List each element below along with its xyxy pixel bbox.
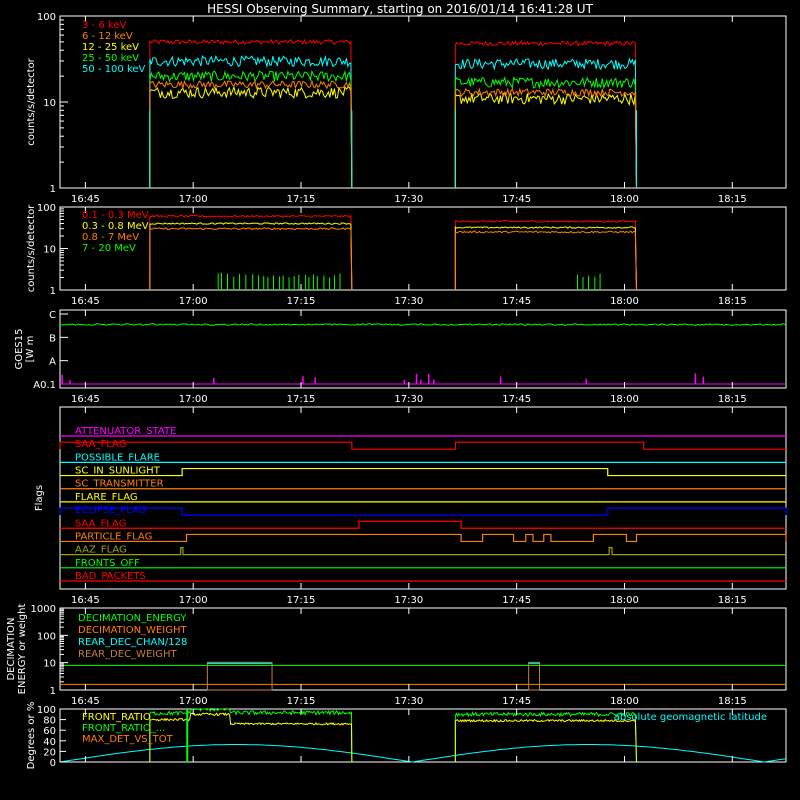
ratios-ytick-label: 40 xyxy=(43,737,56,748)
high-energy-legend-1: 0.3 - 0.8 MeV xyxy=(82,221,149,232)
goes-ytick-label: C xyxy=(49,310,56,321)
flag-label-9: AAZ_FLAG xyxy=(75,545,127,556)
goes-xtick-label: 17:00 xyxy=(179,394,208,405)
decimation-xtick-label: 17:00 xyxy=(179,696,208,707)
goes-ytick-label: A0.1 xyxy=(33,380,56,391)
goes-ytick-label: A xyxy=(49,357,56,368)
flags-xtick-label: 17:15 xyxy=(287,595,316,606)
flags-xtick-label: 16:45 xyxy=(71,595,100,606)
low-energy-legend-0: 3 - 6 keV xyxy=(82,20,126,31)
flag-label-3: SC_IN_SUNLIGHT xyxy=(75,466,161,477)
ratios-ytick-label: 0 xyxy=(50,758,56,769)
goes-xtick-label: 17:45 xyxy=(502,394,531,405)
low-energy-ytick-label: 10 xyxy=(43,98,56,109)
flags-xtick-label: 18:00 xyxy=(610,595,639,606)
high-energy-legend-3: 7 - 20 MeV xyxy=(82,243,136,254)
high-energy-ylabel: counts/s/detector xyxy=(26,204,37,292)
flags-xtick-label: 18:15 xyxy=(718,595,747,606)
flag-label-11: BAD_PACKETS xyxy=(75,571,146,582)
decimation-ytick-label: 1000 xyxy=(31,604,56,615)
ratios-ytick-label: 80 xyxy=(43,716,56,727)
high-energy-ytick-label: 1 xyxy=(50,286,56,297)
low-energy-xtick-label: 18:15 xyxy=(718,194,747,205)
decimation-xtick-label: 18:15 xyxy=(718,696,747,707)
hessi-summary-figure: HESSI Observing Summary, starting on 201… xyxy=(0,0,800,800)
flag-label-8: PARTICLE_FLAG xyxy=(75,531,152,542)
decimation-ytick-label: 100 xyxy=(37,631,56,642)
high-energy-xtick-label: 17:15 xyxy=(287,296,316,307)
ratios-ylabel: Degrees or % xyxy=(26,702,37,770)
decimation-ytick-label: 10 xyxy=(43,659,56,670)
ratios-ytick-label: 20 xyxy=(43,747,56,758)
goes-xtick-label: 16:45 xyxy=(71,394,100,405)
goes-ylabel-1: GOES15 xyxy=(14,328,25,369)
flags-xtick-label: 17:00 xyxy=(179,595,208,606)
low-energy-xtick-label: 16:45 xyxy=(71,194,100,205)
high-energy-xtick-label: 17:45 xyxy=(502,296,531,307)
decimation-ylabel-2: ENERGY or weight xyxy=(17,604,28,695)
figure-title: HESSI Observing Summary, starting on 201… xyxy=(207,2,593,16)
flag-label-5: FLARE_FLAG xyxy=(75,492,138,503)
low-energy-xtick-label: 17:00 xyxy=(179,194,208,205)
ratios-note: absolute geomagnetic latitude xyxy=(614,712,767,723)
decimation-ytick-label: 1 xyxy=(50,686,56,697)
flag-label-6: ECLIPSE_FLAG xyxy=(75,505,146,516)
ratios-ytick-label: 60 xyxy=(43,726,56,737)
ratios-legend-1: FRONT_RATIO_... xyxy=(82,723,165,734)
low-energy-legend-1: 6 - 12 keV xyxy=(82,31,133,42)
low-energy-xtick-label: 17:30 xyxy=(394,194,423,205)
high-energy-legend-2: 0.8 - 7 MeV xyxy=(82,232,139,243)
flag-label-10: FRONTS_OFF xyxy=(75,558,140,569)
high-energy-xtick-label: 16:45 xyxy=(71,296,100,307)
decimation-legend-0: DECIMATION_ENERGY xyxy=(78,613,187,624)
high-energy-xtick-label: 17:30 xyxy=(394,296,423,307)
decimation-xtick-label: 17:45 xyxy=(502,696,531,707)
decimation-xtick-label: 18:00 xyxy=(610,696,639,707)
ratios-legend-2: MAX_DET_VS_TOT xyxy=(82,734,174,745)
goes-xtick-label: 18:15 xyxy=(718,394,747,405)
decimation-xtick-label: 17:30 xyxy=(394,696,423,707)
high-energy-xtick-label: 18:15 xyxy=(718,296,747,307)
goes-xtick-label: 18:00 xyxy=(610,394,639,405)
goes-xtick-label: 17:15 xyxy=(287,394,316,405)
flag-label-7: SAA_FLAG xyxy=(75,518,126,529)
high-energy-xtick-label: 18:00 xyxy=(610,296,639,307)
flags-xtick-label: 17:30 xyxy=(394,595,423,606)
flag-label-1: SAA_FLAG xyxy=(75,439,126,450)
high-energy-legend-0: 0.1 - 0.3 MeV xyxy=(82,210,149,221)
ratios-legend-0: FRONT_RATIO xyxy=(82,712,151,723)
flag-label-0: ATTENUATOR_STATE xyxy=(75,426,176,437)
high-energy-ytick-label: 100 xyxy=(37,203,56,214)
decimation-legend-2: REAR_DEC_CHAN/128 xyxy=(78,637,187,648)
low-energy-xtick-label: 17:15 xyxy=(287,194,316,205)
ratios-ytick-label: 100 xyxy=(37,705,56,716)
low-energy-ytick-label: 100 xyxy=(37,12,56,23)
decimation-legend-1: DECIMATION_WEIGHT xyxy=(78,625,187,636)
goes-xtick-label: 17:30 xyxy=(394,394,423,405)
decimation-ylabel-1: DECIMATION xyxy=(6,617,17,680)
flag-label-2: POSSIBLE_FLARE xyxy=(75,452,160,463)
high-energy-xtick-label: 17:00 xyxy=(179,296,208,307)
decimation-xtick-label: 16:45 xyxy=(71,696,100,707)
decimation-xtick-label: 17:15 xyxy=(287,696,316,707)
goes-ylabel-2: [W m xyxy=(25,336,36,363)
low-energy-ytick-label: 1 xyxy=(50,184,56,195)
flag-label-4: SC_TRANSMITTER xyxy=(75,479,164,490)
goes-ytick-label: B xyxy=(49,333,56,344)
decimation-legend-3: REAR_DEC_WEIGHT xyxy=(78,649,177,660)
low-energy-legend-4: 50 - 100 keV xyxy=(82,64,146,75)
flags-ylabel: Flags xyxy=(34,485,45,511)
flags-xtick-label: 17:45 xyxy=(502,595,531,606)
low-energy-xtick-label: 17:45 xyxy=(502,194,531,205)
low-energy-ylabel: counts/s/detector xyxy=(26,57,37,145)
low-energy-legend-2: 12 - 25 keV xyxy=(82,42,139,53)
high-energy-ytick-label: 10 xyxy=(43,245,56,256)
low-energy-legend-3: 25 - 50 keV xyxy=(82,53,139,64)
low-energy-xtick-label: 18:00 xyxy=(610,194,639,205)
